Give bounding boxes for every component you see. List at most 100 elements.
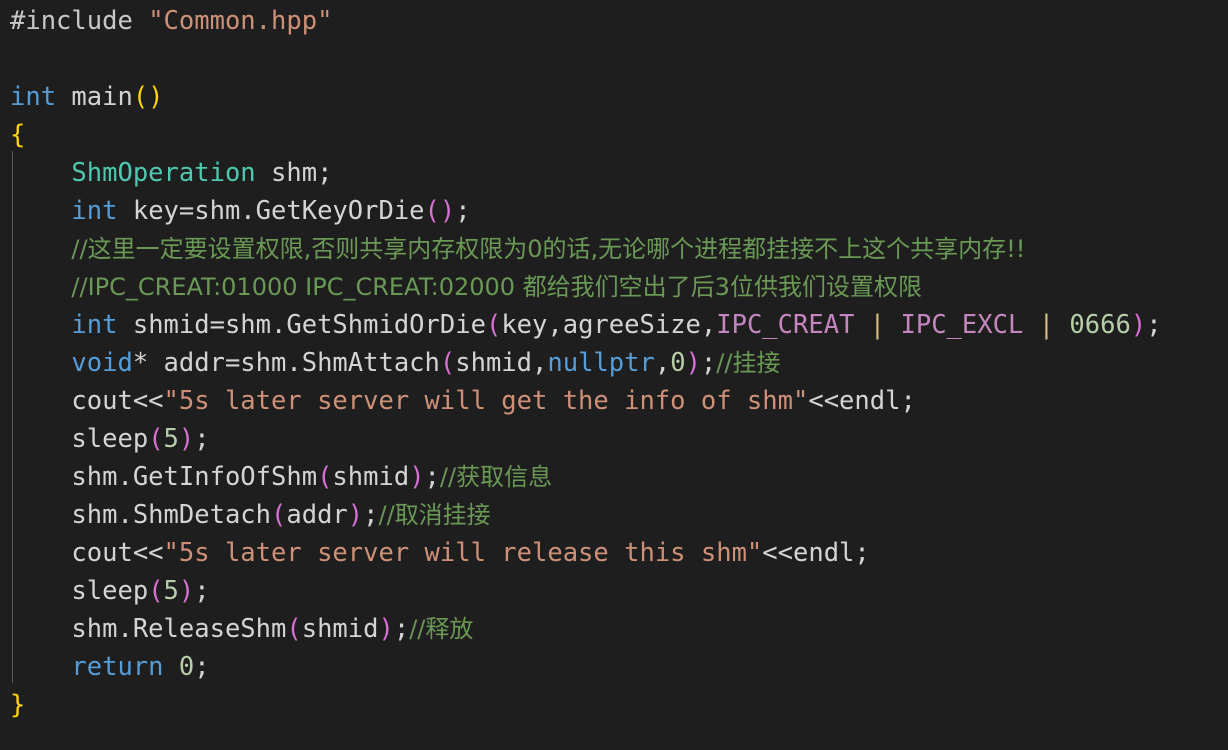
code-content[interactable]: #include "Common.hpp" int main(){ ShmOpe… [0, 0, 1228, 724]
code-token: int [71, 196, 118, 226]
code-token: 0 [178, 652, 195, 682]
code-token: ( [148, 424, 164, 454]
code-token: shm; [255, 158, 333, 188]
code-token: shmid, [455, 348, 548, 378]
code-token: ShmOperation [71, 158, 256, 188]
code-token: ( [317, 462, 333, 492]
code-token: shm.GetInfoOfShm [71, 462, 318, 492]
code-editor[interactable]: #include "Common.hpp" int main(){ ShmOpe… [0, 0, 1228, 750]
code-token: IPC_CREAT [716, 310, 855, 340]
code-line[interactable]: { [0, 116, 1228, 154]
code-token: 5 [163, 424, 179, 454]
code-token: key=shm.GetKeyOrDie [117, 196, 425, 226]
code-token: shm.ReleaseShm [71, 614, 287, 644]
code-token: main [56, 82, 133, 112]
code-line[interactable]: return 0; [0, 648, 1228, 686]
code-token: ; [194, 424, 210, 454]
code-token: int [10, 82, 57, 112]
code-token: //获取信息 [439, 463, 553, 491]
code-token: //IPC_CREAT:01000 IPC_CREAT:02000 都给我们空出… [71, 273, 922, 301]
code-token: ; [1146, 310, 1162, 340]
code-token: ) [347, 500, 364, 530]
code-token: ) [178, 576, 195, 606]
code-token: ( [148, 576, 164, 606]
code-token: ; [455, 196, 471, 226]
code-token: ; [194, 576, 210, 606]
code-line[interactable]: //IPC_CREAT:01000 IPC_CREAT:02000 都给我们空出… [0, 268, 1228, 306]
code-line[interactable]: int main() [0, 78, 1228, 116]
code-token: 0 [670, 348, 686, 378]
code-token: sleep [71, 576, 149, 606]
code-line[interactable]: shm.GetInfoOfShm(shmid);//获取信息 [0, 458, 1228, 496]
code-token: <<endl; [808, 386, 916, 416]
code-token: ( [271, 500, 287, 530]
code-token: <<endl; [762, 538, 870, 568]
code-token: | [1038, 310, 1055, 340]
code-token: { [10, 120, 26, 150]
code-token: ) [409, 462, 425, 492]
code-token: ) [685, 348, 701, 378]
code-line[interactable]: sleep(5); [0, 420, 1228, 458]
code-line[interactable]: shm.ReleaseShm(shmid);//释放 [0, 610, 1228, 648]
code-line[interactable] [0, 40, 1228, 78]
code-token: void [71, 348, 133, 378]
code-line[interactable]: shm.ShmDetach(addr);//取消挂接 [0, 496, 1228, 534]
code-token: ; [393, 614, 410, 644]
code-token: 5 [163, 576, 179, 606]
code-line[interactable]: cout<<"5s later server will release this… [0, 534, 1228, 572]
code-line[interactable]: void* addr=shm.ShmAttach(shmid,nullptr,0… [0, 344, 1228, 382]
code-line[interactable]: sleep(5); [0, 572, 1228, 610]
code-token: //释放 [409, 615, 474, 643]
code-token: ) [378, 614, 394, 644]
code-token: shmid=shm.GetShmidOrDie [117, 310, 486, 340]
code-token: * addr=shm.ShmAttach [132, 348, 440, 378]
code-token: ( [439, 348, 456, 378]
code-token: ( [485, 310, 502, 340]
code-token: 0666 [1069, 310, 1131, 340]
code-token: () [132, 82, 164, 112]
code-token: cout<< [71, 538, 164, 568]
code-token: sleep [71, 424, 149, 454]
code-token: nullptr [547, 348, 655, 378]
code-line[interactable]: cout<<"5s later server will get the info… [0, 382, 1228, 420]
code-token: #include [10, 6, 133, 36]
code-line[interactable]: #include "Common.hpp" [0, 2, 1228, 40]
code-token: } [10, 690, 26, 720]
code-line[interactable]: int shmid=shm.GetShmidOrDie(key,agreeSiz… [0, 306, 1228, 344]
code-token: shmid [301, 614, 379, 644]
code-line[interactable]: ShmOperation shm; [0, 154, 1228, 192]
code-token: () [424, 196, 456, 226]
code-token: "5s later server will get the info of sh… [163, 386, 809, 416]
code-token: ) [1130, 310, 1147, 340]
code-token: key,agreeSize, [501, 310, 717, 340]
code-line[interactable]: } [0, 686, 1228, 724]
code-line[interactable]: //这里一定要设置权限,否则共享内存权限为0的话,无论哪个进程都挂接不上这个共享… [0, 230, 1228, 268]
code-token: ; [194, 652, 210, 682]
code-token: shm.ShmDetach [71, 500, 272, 530]
code-token: addr [286, 500, 348, 530]
code-token: ; [700, 348, 717, 378]
code-line[interactable]: int key=shm.GetKeyOrDie(); [0, 192, 1228, 230]
code-token: ) [178, 424, 195, 454]
code-token: //这里一定要设置权限,否则共享内存权限为0的话,无论哪个进程都挂接不上这个共享… [71, 235, 1026, 263]
code-token: ; [363, 500, 379, 530]
code-token: int [71, 310, 118, 340]
